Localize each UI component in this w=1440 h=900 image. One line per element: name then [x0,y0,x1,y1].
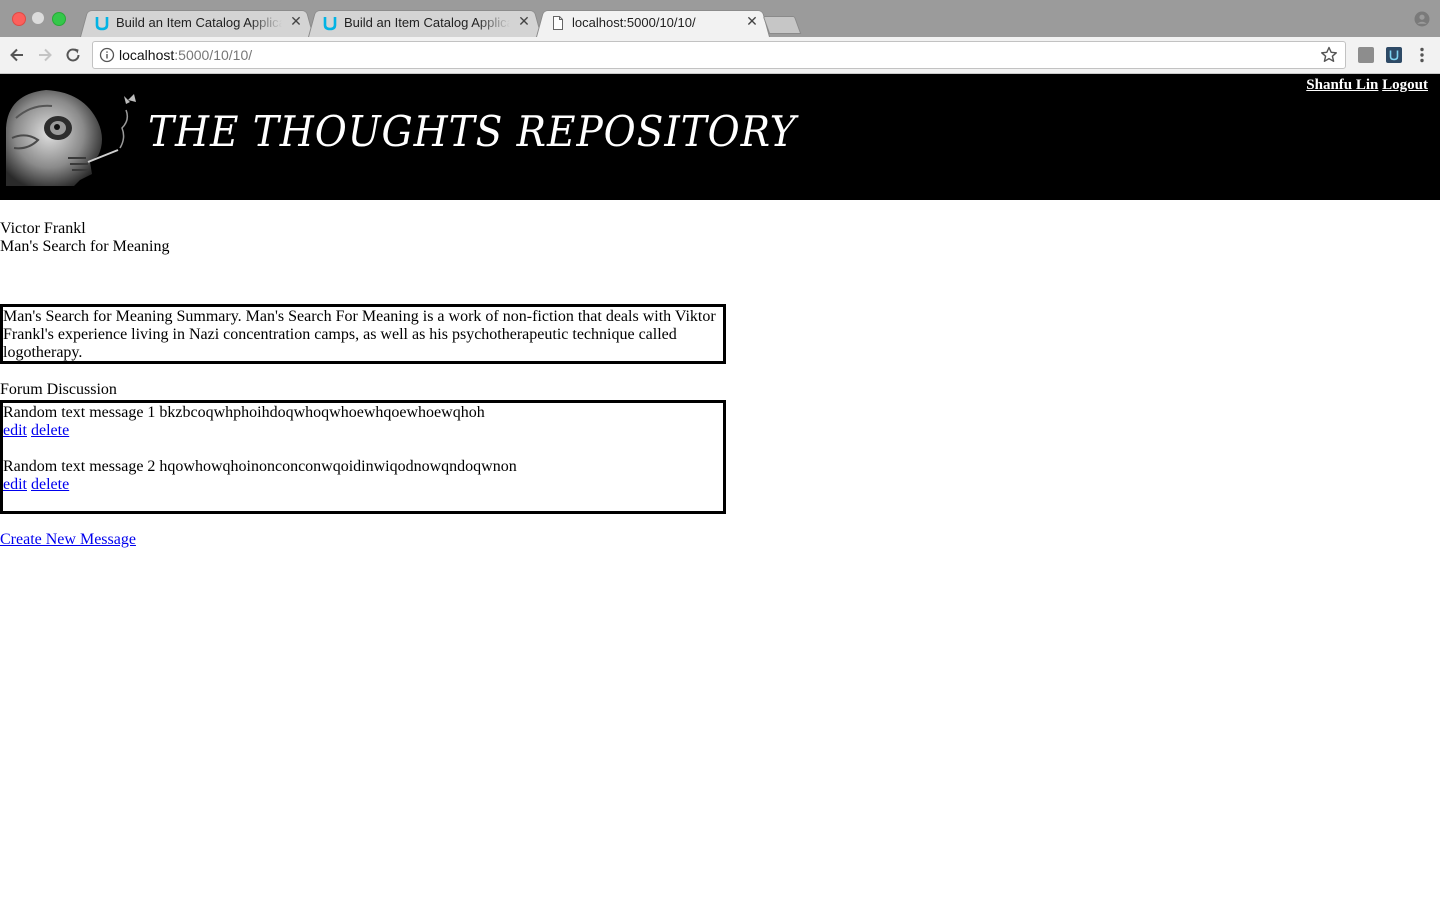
page-content: THE THOUGHTS REPOSITORY Shanfu Lin Logou… [0,74,1440,900]
edit-message-link[interactable]: edit [3,476,27,493]
browser-tab-3-active[interactable]: localhost:5000/10/10/ ✕ [536,8,770,37]
tab-title: localhost:5000/10/10/ [572,15,696,30]
url-host: localhost [119,47,175,63]
reload-icon[interactable] [64,46,82,64]
forward-arrow-icon[interactable] [36,46,54,64]
window-minimize-button[interactable] [32,12,44,24]
delete-message-link[interactable]: delete [31,476,69,493]
extension-icon[interactable] [1358,47,1374,63]
tab-title: Build an Item Catalog Applicati [116,15,282,30]
window-close-button[interactable] [12,12,26,26]
bookmark-star-icon[interactable] [1319,45,1339,65]
tab-close-icon[interactable]: ✕ [516,14,532,30]
udacity-icon [323,17,337,31]
edit-message-link[interactable]: edit [3,422,27,439]
forum-messages-box: Random text message 1 bkzbcoqwhphoihdoqw… [0,400,726,514]
browser-menu-icon[interactable] [1415,46,1429,64]
delete-message-link[interactable]: delete [31,422,69,439]
address-bar[interactable]: localhost:5000/10/10/ [92,41,1346,69]
book-summary-box: Man's Search for Meaning Summary. Man's … [0,304,726,364]
tab-title: Build an Item Catalog Applicati [344,15,510,30]
message-text: Random text message 1 bkzbcoqwhphoihdoqw… [3,404,485,421]
address-url: localhost:5000/10/10/ [119,47,252,64]
browser-tab-1[interactable]: Build an Item Catalog Applicati ✕ [80,8,314,37]
udacity-icon [95,17,109,31]
book-author: Victor Frankl [0,220,86,237]
site-header-banner: THE THOUGHTS REPOSITORY Shanfu Lin Logou… [0,74,1440,200]
profile-icon[interactable] [1414,11,1430,27]
skull-illustration-logo [6,90,136,186]
forum-heading: Forum Discussion [0,381,117,398]
back-arrow-icon[interactable] [8,46,26,64]
forum-message: Random text message 2 hqowhowqhoinonconc… [3,458,517,494]
forum-message: Random text message 1 bkzbcoqwhphoihdoqw… [3,404,485,440]
browser-tab-2[interactable]: Build an Item Catalog Applicati ✕ [308,8,542,37]
document-icon [553,16,563,30]
browser-tabstrip: Build an Item Catalog Applicati ✕ Build … [0,0,1440,37]
udacity-extension-icon[interactable] [1386,47,1402,63]
window-zoom-button[interactable] [52,12,66,26]
logout-link[interactable]: Logout [1382,77,1428,93]
site-title: THE THOUGHTS REPOSITORY [148,107,797,156]
tab-close-icon[interactable]: ✕ [744,14,760,30]
message-text: Random text message 2 hqowhowqhoinonconc… [3,458,517,475]
book-title: Man's Search for Meaning [0,238,170,255]
url-path: :5000/10/10/ [174,47,253,63]
create-new-message-link[interactable]: Create New Message [0,531,136,549]
user-name-link[interactable]: Shanfu Lin [1306,77,1378,93]
info-icon[interactable] [99,47,115,63]
user-links: Shanfu Lin Logout [1306,77,1428,94]
new-tab-button[interactable] [762,16,802,34]
tab-close-icon[interactable]: ✕ [288,14,304,30]
book-summary-text: Man's Search for Meaning Summary. Man's … [3,308,716,361]
browser-toolbar: localhost:5000/10/10/ [0,37,1440,74]
